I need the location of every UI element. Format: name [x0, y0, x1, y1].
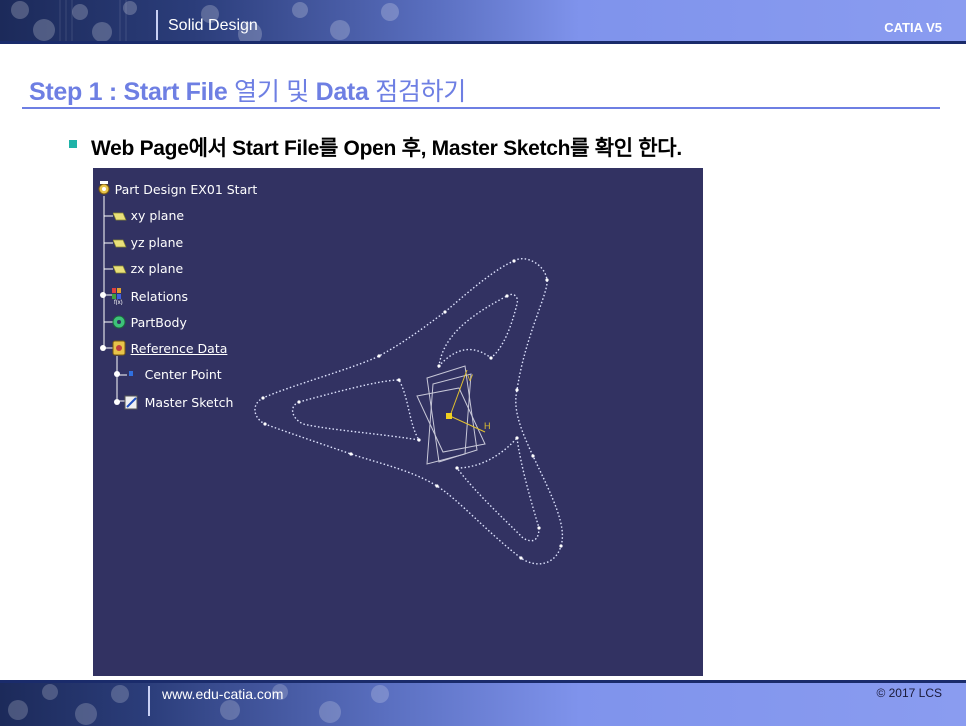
- bullet-text: Web Page에서 Start File를 Open 후, Master Sk…: [91, 137, 682, 160]
- sketch-axis-h-label: H: [484, 421, 491, 431]
- header-rule: [0, 41, 966, 44]
- footer-url[interactable]: www.edu-catia.com: [162, 686, 283, 702]
- brand-label: CATIA V5: [884, 20, 942, 35]
- title-part-3: Data: [315, 78, 369, 106]
- footer-bar: www.edu-catia.com © 2017 LCS: [0, 680, 966, 726]
- sketch-axis-v-label: V: [467, 373, 473, 383]
- page-title: Step 1 : Start File 열기 및 Data 점검하기: [29, 72, 466, 108]
- bullet-icon: [69, 140, 77, 148]
- section-title: Solid Design: [168, 17, 258, 34]
- footer-separator: [148, 686, 150, 716]
- header-separator: [156, 10, 158, 40]
- footer-copyright: © 2017 LCS: [876, 686, 942, 700]
- title-part-4: 점검하기: [368, 78, 467, 106]
- title-rule: [22, 107, 940, 109]
- title-part-2: 열기 및: [227, 78, 316, 106]
- header-bar: Solid Design CATIA V5: [0, 0, 966, 44]
- catia-viewport[interactable]: Part Design EX01 Start xy plane yz plane…: [93, 168, 703, 676]
- master-sketch-geometry[interactable]: V H: [93, 168, 703, 676]
- title-part-1: Step 1 : Start File: [29, 78, 228, 106]
